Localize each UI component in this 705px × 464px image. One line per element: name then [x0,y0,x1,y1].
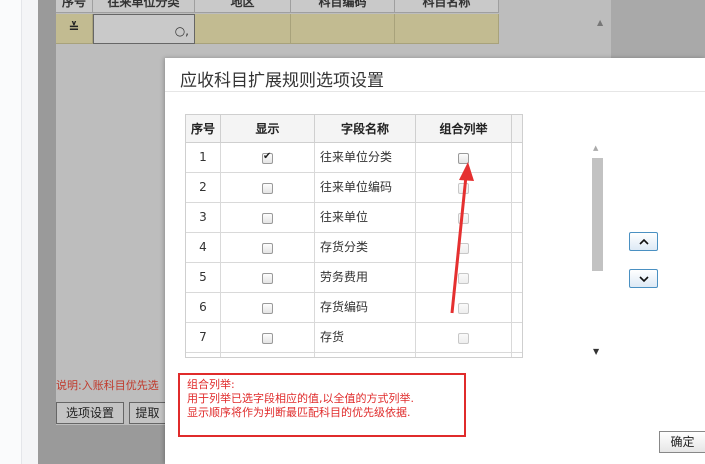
header-spacer [512,115,522,143]
show-checkbox[interactable] [262,242,273,254]
field-table: 序号 显示 字段名称 组合列举 1 ✔ 往来单位分类 2 往来单位编码 3 往来… [185,114,523,358]
table-header: 序号 显示 字段名称 组合列举 [186,115,522,143]
header-show: 显示 [221,115,315,143]
show-checkbox[interactable] [262,332,273,344]
ok-button[interactable]: 确定 [659,431,705,453]
bg-account-name-cell[interactable] [395,14,499,44]
combination-checkbox[interactable] [458,152,469,164]
combination-checkbox[interactable] [458,332,469,344]
show-checkbox[interactable]: ✔ [262,150,273,164]
title-divider [165,91,705,92]
note-line-2: 用于列举已选字段相应的值,以全值的方式列举. [187,392,414,405]
extract-button[interactable]: 提取 [129,402,165,424]
bg-note: 说明:入账科目优先选 [56,379,159,392]
field-name: 往来单位分类 [315,143,416,173]
row-edit-icon[interactable]: ≚ [56,14,93,44]
row-index: 6 [186,293,221,323]
bg-header-partner-category: 往来单位分类 [93,0,195,13]
bg-region-cell[interactable] [195,14,291,44]
table-scrollbar[interactable] [592,158,603,271]
move-up-button[interactable] [629,232,658,251]
chevron-up-icon [638,238,649,245]
table-row[interactable]: 7 存货 [186,323,522,353]
combination-checkbox[interactable] [458,272,469,284]
row-index: 1 [186,143,221,173]
show-checkbox[interactable] [262,182,273,194]
table-row[interactable]: 1 ✔ 往来单位分类 [186,143,522,173]
header-combination: 组合列举 [416,115,512,143]
combination-checkbox[interactable] [458,212,469,224]
note-line-1: 组合列举: [187,378,235,391]
option-settings-button[interactable]: 选项设置 [56,402,124,424]
combination-checkbox[interactable] [458,242,469,254]
table-row[interactable]: 6 存货编码 [186,293,522,323]
bg-header-account-code: 科目编码 [291,0,395,13]
scroll-up-icon[interactable]: ▲ [593,144,598,152]
header-field-name: 字段名称 [315,115,416,143]
bg-scroll-up-icon[interactable]: ▲ [597,18,603,27]
note-line-3: 显示顺序将作为判断最匹配科目的优先级依据. [187,406,411,419]
show-checkbox[interactable] [262,302,273,314]
options-dialog: 应收科目扩展规则选项设置 序号 显示 字段名称 组合列举 1 ✔ 往来单位分类 … [165,58,705,464]
row-index: 4 [186,233,221,263]
row-index: 7 [186,323,221,353]
field-name: 往来单位 [315,203,416,233]
table-row[interactable]: 4 存货分类 [186,233,522,263]
table-row[interactable]: 5 劳务费用 [186,263,522,293]
table-row[interactable]: 3 往来单位 [186,203,522,233]
checkmark-icon: ✔ [263,150,272,162]
table-body: 1 ✔ 往来单位分类 2 往来单位编码 3 往来单位 4 存货分类 5 劳务费用… [186,143,522,357]
header-index: 序号 [186,115,221,143]
show-checkbox[interactable] [262,272,273,284]
field-name: 存货分类 [315,233,416,263]
row-index: 2 [186,173,221,203]
move-down-button[interactable] [629,269,658,288]
bg-account-code-cell[interactable] [291,14,395,44]
row-index: 3 [186,203,221,233]
combination-checkbox[interactable] [458,302,469,314]
table-row[interactable] [186,353,522,357]
background-grid-header: 序号 往来单位分类 地区 科目编码 科目名称 [56,0,499,13]
field-name: 存货编码 [315,293,416,323]
dialog-title: 应收科目扩展规则选项设置 [180,71,384,91]
bg-header-region: 地区 [195,0,291,13]
field-name: 劳务费用 [315,263,416,293]
bg-partner-category-input[interactable]: ○, [93,14,195,44]
combination-note: 组合列举: 用于列举已选字段相应的值,以全值的方式列举. 显示顺序将作为判断最匹… [178,373,466,437]
chevron-down-icon [638,275,649,282]
bg-header-index: 序号 [56,0,93,13]
show-checkbox[interactable] [262,212,273,224]
scroll-down-icon[interactable]: ▼ [593,347,599,356]
field-name: 往来单位编码 [315,173,416,203]
bg-header-account-name: 科目名称 [395,0,499,13]
field-name: 存货 [315,323,416,353]
table-row[interactable]: 2 往来单位编码 [186,173,522,203]
combination-checkbox[interactable] [458,182,469,194]
search-icon[interactable]: ○, [175,24,189,38]
background-grid-row: ≚ ○, [56,14,499,44]
left-rail [0,0,22,464]
row-index: 5 [186,263,221,293]
